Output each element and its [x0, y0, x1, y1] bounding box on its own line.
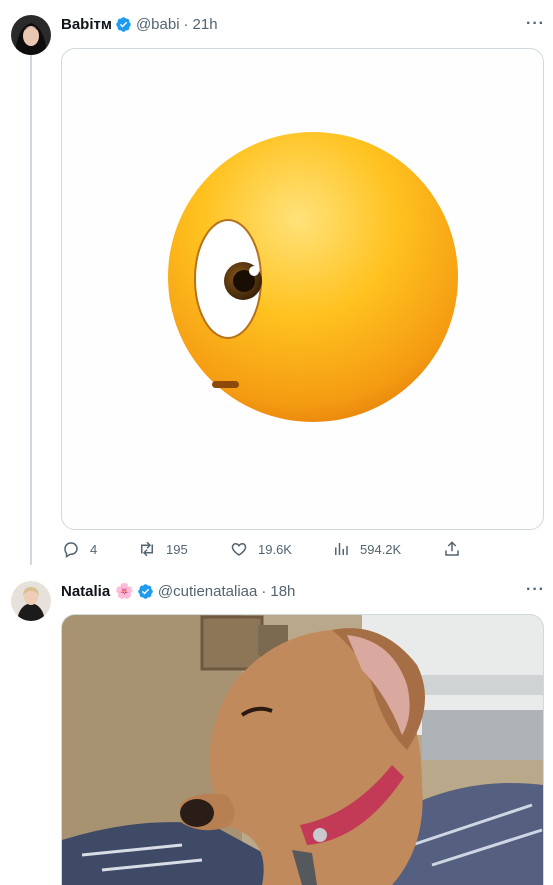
tweet-header: Natalia 🌸 @cutienataliaa · 18h: [61, 582, 295, 601]
views-button[interactable]: 594.2K: [332, 540, 401, 558]
handle[interactable]: @babi: [136, 16, 180, 33]
retweet-button[interactable]: 195: [138, 540, 188, 558]
like-button[interactable]: 19.6K: [230, 540, 292, 558]
eye-emoji-image: [168, 132, 458, 422]
reply-icon: [64, 542, 78, 558]
dog-side-eye-image: [62, 615, 543, 885]
timestamp[interactable]: 21h: [193, 16, 218, 33]
share-button[interactable]: [443, 540, 471, 558]
view-count: 594.2K: [360, 541, 402, 557]
verified-badge-icon: [137, 583, 154, 600]
tweet-media-image[interactable]: [61, 48, 544, 530]
share-icon: [445, 541, 459, 556]
more-options-icon[interactable]: ···: [526, 15, 545, 33]
retweet-count: 195: [166, 541, 188, 557]
verified-badge-icon: [115, 16, 132, 33]
heart-icon: [231, 542, 247, 556]
separator: ·: [183, 16, 189, 33]
reply-count: 4: [90, 541, 98, 557]
thread-line: [30, 55, 32, 565]
cherry-blossom-emoji: 🌸: [115, 583, 134, 600]
avatar[interactable]: [11, 15, 51, 55]
display-name[interactable]: Babiтм: [61, 16, 112, 33]
tweet-media-image[interactable]: [61, 614, 544, 885]
separator: ·: [261, 582, 267, 600]
like-count: 19.6K: [258, 541, 292, 557]
avatar[interactable]: [11, 581, 51, 621]
retweet-icon: [141, 541, 153, 557]
tweet-actions-bar: 4 195 19.6K 594.2K: [62, 540, 462, 560]
display-name[interactable]: Natalia: [61, 583, 110, 600]
handle[interactable]: @cutienataliaa: [158, 583, 257, 600]
more-options-icon[interactable]: ···: [526, 581, 545, 599]
reply-button[interactable]: 4: [62, 540, 97, 558]
timestamp[interactable]: 18h: [270, 583, 295, 600]
views-chart-icon: [335, 543, 348, 555]
tweet-header: Babiтм @babi · 21h: [61, 16, 218, 33]
